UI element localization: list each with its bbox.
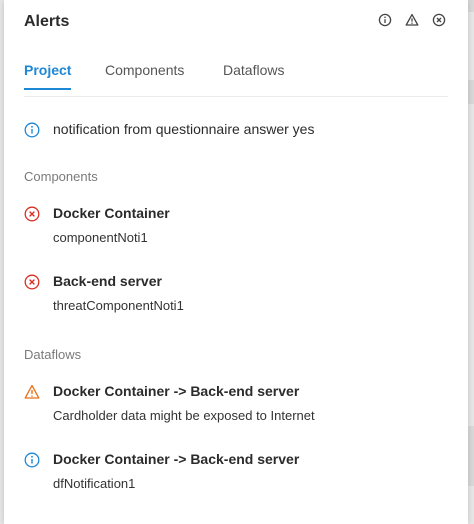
info-icon <box>24 122 40 138</box>
tab-bar: Project Components Dataflows <box>24 62 448 97</box>
alert-title: Docker Container <box>53 205 170 221</box>
alert-detail: dfNotification1 <box>53 476 136 491</box>
close-icon[interactable] <box>432 13 446 27</box>
section-label-components: Components <box>24 169 98 184</box>
alert-detail: threatComponentNoti1 <box>53 298 184 313</box>
error-icon <box>24 274 40 290</box>
alert-title: Docker Container -> Back-end server <box>53 383 300 399</box>
alert-title: Back-end server <box>53 273 162 289</box>
tab-project[interactable]: Project <box>24 62 72 90</box>
tab-dataflows[interactable]: Dataflows <box>223 62 284 88</box>
info-icon <box>24 452 40 468</box>
alert-item: Docker Container componentNoti1 <box>24 205 170 245</box>
alert-item: Back-end server threatComponentNoti1 <box>24 273 184 313</box>
info-icon[interactable] <box>378 13 392 27</box>
warning-icon[interactable] <box>405 13 419 27</box>
warning-icon <box>24 384 40 400</box>
alerts-panel: Alerts Project Components Dataflows noti… <box>4 0 468 524</box>
header-actions <box>378 13 446 27</box>
error-icon <box>24 206 40 222</box>
alert-item: Docker Container -> Back-end server dfNo… <box>24 451 299 491</box>
alert-item: Docker Container -> Back-end server Card… <box>24 383 315 423</box>
alert-title: Docker Container -> Back-end server <box>53 451 300 467</box>
alert-detail: componentNoti1 <box>53 230 148 245</box>
section-label-dataflows: Dataflows <box>24 347 82 362</box>
tab-components[interactable]: Components <box>105 62 184 88</box>
panel-title: Alerts <box>24 13 70 30</box>
alert-detail: Cardholder data might be exposed to Inte… <box>53 408 315 423</box>
project-notification: notification from questionnaire answer y… <box>24 121 314 138</box>
notification-text: notification from questionnaire answer y… <box>53 121 315 137</box>
